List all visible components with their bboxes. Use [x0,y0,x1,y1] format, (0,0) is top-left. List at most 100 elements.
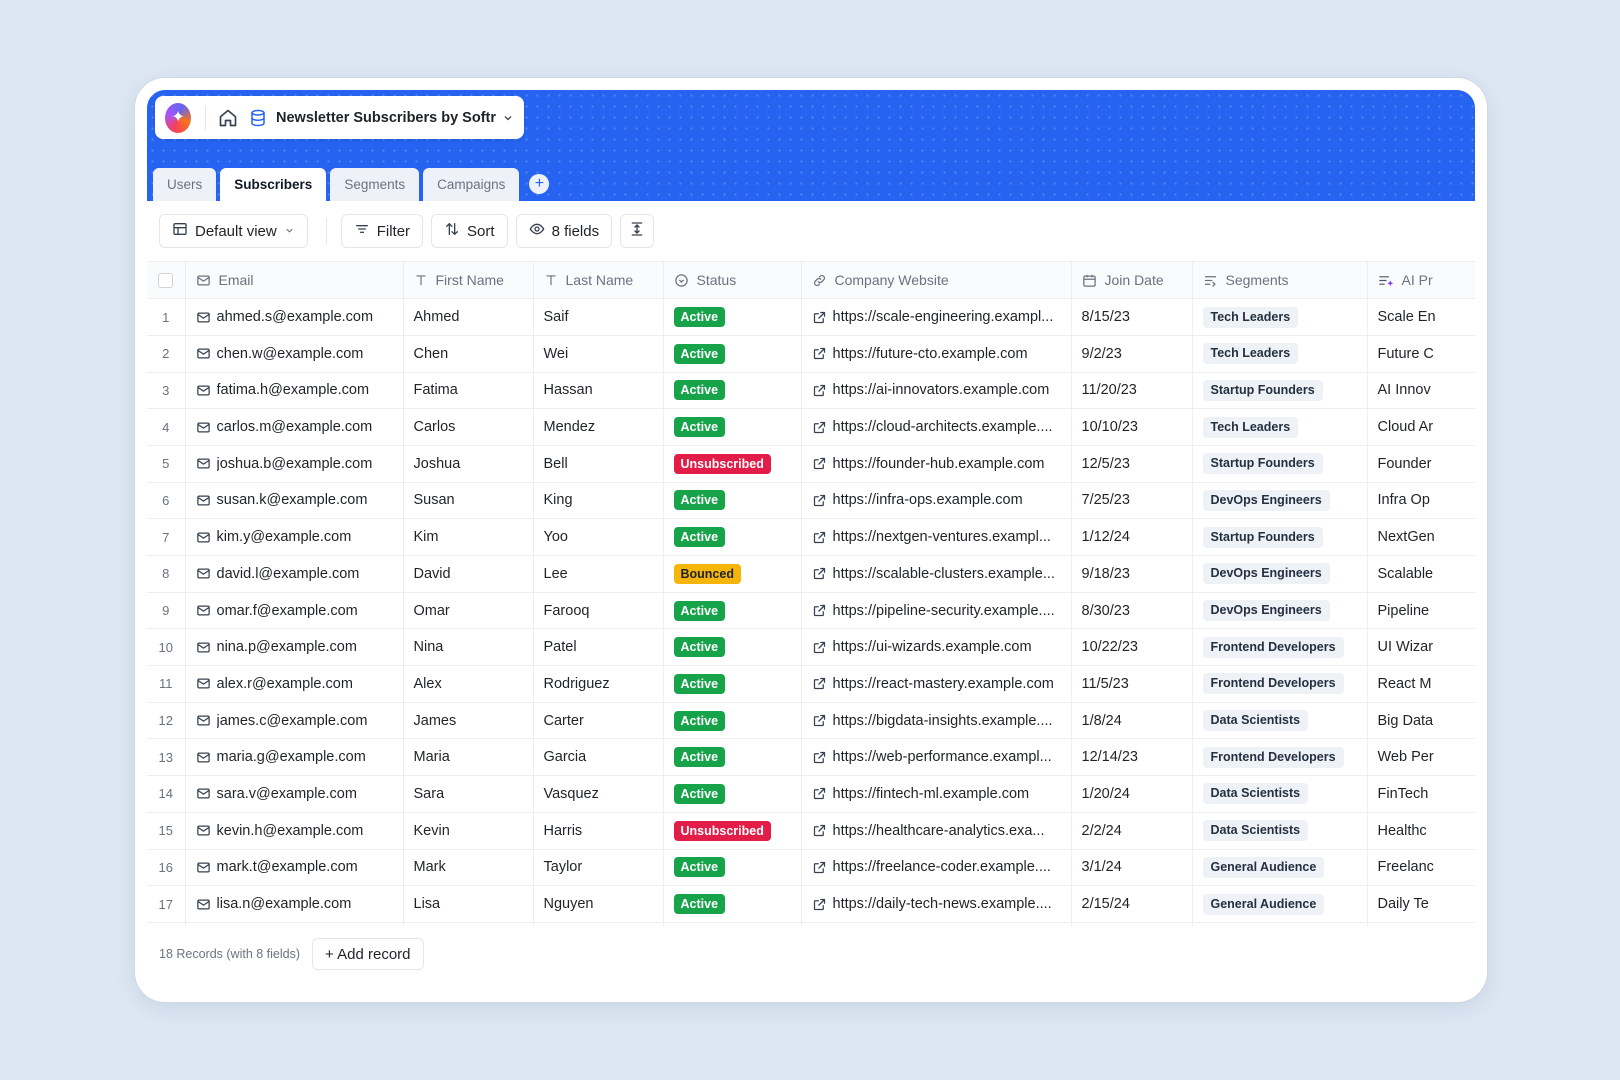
ai-cell[interactable]: Future C [1367,335,1475,373]
tab-campaigns[interactable]: Campaigns [423,168,520,201]
tab-users[interactable]: Users [153,168,217,201]
last-name-cell[interactable]: Taylor [533,849,664,887]
segments-cell[interactable]: Startup Founders [1192,445,1368,483]
company-website-cell[interactable]: https://fintech-ml.example.com [801,775,1072,813]
tab-subscribers[interactable]: Subscribers [220,168,327,201]
first-name-cell[interactable]: Omar [403,592,534,630]
ai-cell[interactable]: Daily Te [1367,885,1475,923]
status-cell[interactable]: Active [663,335,802,373]
company-website-cell[interactable]: https://daily-tech-news.example.... [801,885,1072,923]
status-cell[interactable]: Active [663,372,802,410]
join-date-cell[interactable]: 3/1/24 [1071,849,1193,887]
status-cell[interactable]: Unsubscribed [663,812,802,850]
company-website-cell[interactable]: https://digital-nomads.example.c... [801,922,1072,926]
status-cell[interactable]: Active [663,775,802,813]
email-cell[interactable]: james.c@example.com [185,702,404,740]
segments-cell[interactable]: Frontend Developers [1192,628,1368,667]
table-row[interactable]: 7 kim.y@example.com Kim Yoo Active https://ne… [147,518,1475,556]
email-cell[interactable]: susan.k@example.com [185,482,404,520]
status-cell[interactable]: Active [663,665,802,703]
segments-cell[interactable]: Frontend Developers [1192,738,1368,777]
email-cell[interactable]: omar.f@example.com [185,592,404,630]
segments-cell[interactable]: DevOps Engineers [1192,592,1368,630]
ai-cell[interactable]: NextGen [1367,518,1475,556]
external-link-icon[interactable] [812,640,827,655]
external-link-icon[interactable] [812,420,827,435]
email-cell[interactable]: emily.w@example.com [185,922,404,926]
segments-cell[interactable]: Data Scientists [1192,702,1368,740]
select-all-checkbox[interactable] [158,272,174,288]
email-cell[interactable]: nina.p@example.com [185,628,404,667]
status-cell[interactable]: Bounced [663,555,802,593]
email-cell[interactable]: alex.r@example.com [185,665,404,703]
join-date-cell[interactable]: 10/10/23 [1071,408,1193,446]
last-name-cell[interactable]: Carter [533,702,664,740]
tab-segments[interactable]: Segments [330,168,420,201]
external-link-icon[interactable] [812,676,827,691]
segments-cell[interactable]: Data Scientists [1192,812,1368,850]
join-date-cell[interactable]: 7/25/23 [1071,482,1193,520]
company-website-cell[interactable]: https://founder-hub.example.com [801,445,1072,483]
column-header-email[interactable]: Email [185,262,404,300]
last-name-cell[interactable]: Lee [533,555,664,593]
company-website-cell[interactable]: https://bigdata-insights.example.... [801,702,1072,740]
ai-cell[interactable]: Healthc [1367,812,1475,850]
column-header-first-name[interactable]: First Name [403,262,534,300]
column-header-company-website[interactable]: Company Website [801,262,1072,300]
email-cell[interactable]: fatima.h@example.com [185,372,404,410]
first-name-cell[interactable]: James [403,702,534,740]
first-name-cell[interactable]: Alex [403,665,534,703]
ai-cell[interactable]: Founder [1367,445,1475,483]
segments-cell[interactable]: Startup Founders [1192,518,1368,556]
company-website-cell[interactable]: https://freelance-coder.example.... [801,849,1072,887]
segments-cell[interactable]: DevOps Engineers [1192,555,1368,593]
table-row[interactable]: 11 alex.r@example.com Alex Rodriguez Active h… [147,665,1475,703]
first-name-cell[interactable]: Joshua [403,445,534,483]
status-cell[interactable]: Active [663,849,802,887]
column-header-ai[interactable]: AI Pr [1367,262,1475,300]
company-website-cell[interactable]: https://ui-wizards.example.com [801,628,1072,667]
table-row[interactable]: 18emily.w@example.comEmilyWilliamsActive… [147,922,1475,926]
status-cell[interactable]: Active [663,592,802,630]
ai-cell[interactable]: Scale En [1367,298,1475,336]
email-cell[interactable]: kim.y@example.com [185,518,404,556]
join-date-cell[interactable]: 9/18/23 [1071,555,1193,593]
ai-cell[interactable]: React M [1367,665,1475,703]
table-row[interactable]: 13 maria.g@example.com Maria Garcia Active ht… [147,738,1475,777]
company-website-cell[interactable]: https://ai-innovators.example.com [801,372,1072,410]
join-date-cell[interactable]: 1/12/24 [1071,518,1193,556]
last-name-cell[interactable]: Wei [533,335,664,373]
table-row[interactable]: 10 nina.p@example.com Nina Patel Active https… [147,628,1475,667]
segments-cell[interactable]: Tech Leaders [1192,298,1368,336]
first-name-cell[interactable]: David [403,555,534,593]
table-row[interactable]: 9 omar.f@example.com Omar Farooq Active https… [147,592,1475,630]
first-name-cell[interactable]: Mark [403,849,534,887]
company-website-cell[interactable]: https://scale-engineering.exampl... [801,298,1072,336]
table-row[interactable]: 12 james.c@example.com James Carter Active ht… [147,702,1475,740]
email-cell[interactable]: sara.v@example.com [185,775,404,813]
company-website-cell[interactable]: https://healthcare-analytics.exa... [801,812,1072,850]
chevron-down-icon[interactable] [502,112,514,124]
external-link-icon[interactable] [812,750,827,765]
select-all-cell[interactable] [147,262,186,300]
last-name-cell[interactable]: Bell [533,445,664,483]
status-cell[interactable]: Active [663,738,802,777]
filter-button[interactable]: Filter [340,214,424,248]
sort-button[interactable]: Sort [431,214,508,248]
status-cell[interactable]: Active [663,922,802,926]
table-row[interactable]: 4 carlos.m@example.com Carlos Mendez Active h… [147,408,1475,446]
column-header-segments[interactable]: Segments [1192,262,1368,300]
status-cell[interactable]: Active [663,408,802,446]
segments-cell[interactable]: DevOps Engineers [1192,482,1368,520]
last-name-cell[interactable]: Patel [533,628,664,667]
segments-cell[interactable]: Data Scientists [1192,775,1368,813]
join-date-cell[interactable]: 12/5/23 [1071,445,1193,483]
company-website-cell[interactable]: https://nextgen-ventures.exampl... [801,518,1072,556]
table-row[interactable]: 8 david.l@example.com David Lee Bounced https… [147,555,1475,593]
first-name-cell[interactable]: Ahmed [403,298,534,336]
last-name-cell[interactable]: Farooq [533,592,664,630]
join-date-cell[interactable]: 1/8/24 [1071,702,1193,740]
first-name-cell[interactable]: Kim [403,518,534,556]
join-date-cell[interactable]: 10/22/23 [1071,628,1193,667]
email-cell[interactable]: chen.w@example.com [185,335,404,373]
